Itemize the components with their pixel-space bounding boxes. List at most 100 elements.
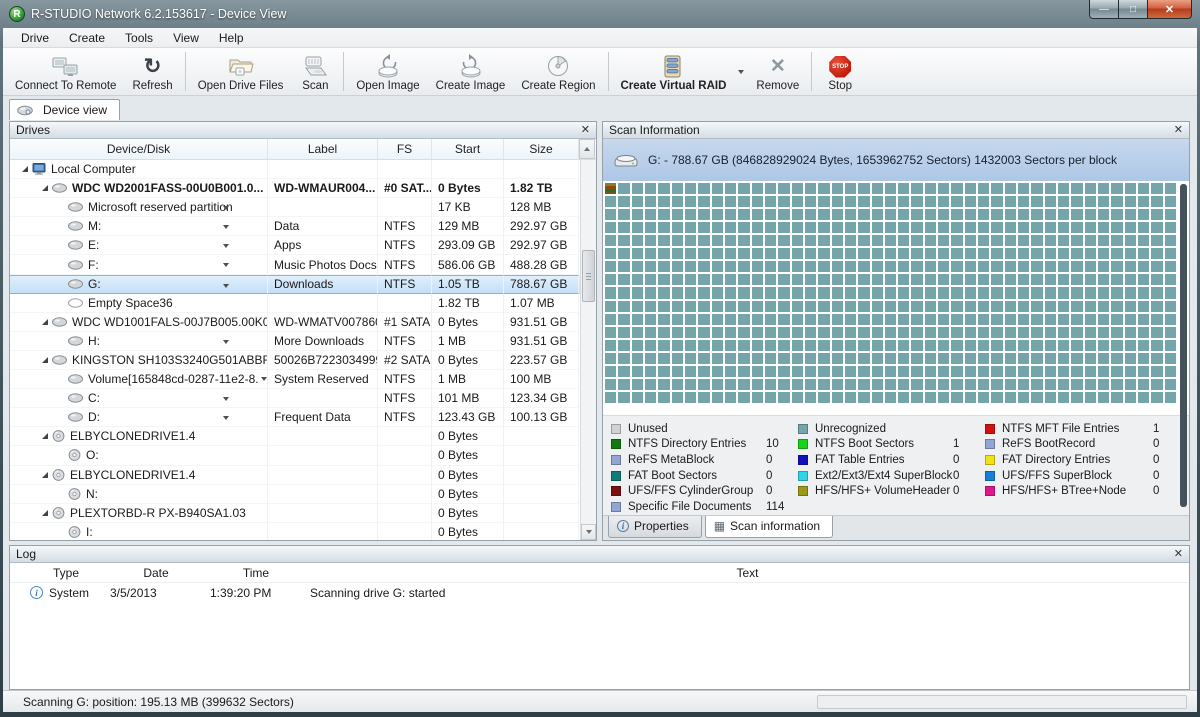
create-virtual-raid-button[interactable]: Create Virtual RAID <box>613 48 735 95</box>
close-icon[interactable]: ✕ <box>581 125 590 136</box>
drive-row[interactable]: N:0 Bytes <box>10 485 580 504</box>
scroll-down-button[interactable] <box>581 524 596 540</box>
unrecognized-block <box>872 261 883 272</box>
drive-row[interactable]: Volume[165848cd-0287-11e2-8.System Reser… <box>10 370 580 389</box>
unrecognized-block <box>832 379 843 390</box>
unrecognized-block <box>1031 261 1042 272</box>
menu-help[interactable]: Help <box>209 29 254 47</box>
start-cell: 0 Bytes <box>432 504 504 523</box>
drive-row[interactable]: Local Computer <box>10 160 580 179</box>
chevron-down-icon[interactable] <box>223 284 229 288</box>
unrecognized-block <box>605 287 616 298</box>
drive-row[interactable]: ELBYCLONEDRIVE1.40 Bytes <box>10 427 580 446</box>
tree-expander-icon[interactable] <box>42 319 48 325</box>
log-column-header-time[interactable]: Time <box>206 563 306 582</box>
drives-vertical-scrollbar[interactable] <box>580 160 596 540</box>
unrecognized-block <box>1085 327 1096 338</box>
unrecognized-block <box>845 301 856 312</box>
drive-row[interactable]: WDC WD1001FALS-00J7B005.00K05WD-WMATV007… <box>10 313 580 332</box>
tab-scan-information[interactable]: ▦Scan information <box>705 516 833 538</box>
menu-create[interactable]: Create <box>59 29 115 47</box>
maximize-button[interactable]: □ <box>1119 0 1148 19</box>
connect-to-remote-button[interactable]: Connect To Remote <box>7 48 124 95</box>
drive-row[interactable]: Empty Space361.82 TB1.07 MB <box>10 294 580 313</box>
refresh-button[interactable]: ↻Refresh <box>124 48 180 95</box>
remove-button[interactable]: ✕Remove <box>748 48 807 95</box>
chevron-down-icon[interactable] <box>223 263 229 267</box>
stop-button[interactable]: STOPStop <box>816 48 864 95</box>
unrecognized-block <box>858 327 869 338</box>
tab-device-view[interactable]: Device view <box>9 99 120 120</box>
unrecognized-block <box>818 248 829 259</box>
tree-expander-icon[interactable] <box>42 433 48 439</box>
column-header-fs[interactable]: FS <box>378 139 432 159</box>
close-button[interactable]: ✕ <box>1148 0 1192 19</box>
drive-row[interactable]: G:DownloadsNTFS1.05 TB788.67 GB <box>10 275 580 294</box>
unrecognized-block <box>925 366 936 377</box>
drive-row[interactable]: M:DataNTFS129 MB292.97 GB <box>10 217 580 236</box>
drive-row[interactable]: ELBYCLONEDRIVE1.40 Bytes <box>10 466 580 485</box>
scan-vertical-scrollbar[interactable] <box>1180 184 1187 507</box>
column-header-size[interactable]: Size <box>504 139 579 159</box>
column-header-label[interactable]: Label <box>268 139 378 159</box>
unrecognized-block <box>1138 314 1149 325</box>
column-header-device-disk[interactable]: Device/Disk <box>10 139 268 159</box>
minimize-button[interactable]: — <box>1089 0 1119 19</box>
unrecognized-block <box>1165 183 1176 194</box>
tree-expander-icon[interactable] <box>42 185 48 191</box>
close-icon[interactable]: ✕ <box>1174 549 1183 560</box>
scroll-up-button[interactable] <box>579 139 595 159</box>
open-image-button[interactable]: Open Image <box>348 48 427 95</box>
chevron-down-icon[interactable] <box>223 340 229 344</box>
start-cell: 0 Bytes <box>432 351 504 370</box>
chevron-down-icon[interactable] <box>223 397 229 401</box>
create-region-button[interactable]: Create Region <box>513 48 603 95</box>
menu-tools[interactable]: Tools <box>115 29 163 47</box>
drive-row[interactable]: KINGSTON SH103S3240G501ABBF050026B722303… <box>10 351 580 370</box>
scrollbar-thumb[interactable] <box>582 250 595 302</box>
unrecognized-block <box>845 222 856 233</box>
create-image-button[interactable]: Create Image <box>428 48 514 95</box>
drive-row[interactable]: PLEXTORBD-R PX-B940SA1.030 Bytes <box>10 504 580 523</box>
drive-row[interactable]: Microsoft reserved partition17 KB128 MB <box>10 198 580 217</box>
menu-drive[interactable]: Drive <box>11 29 59 47</box>
log-entry-row[interactable]: iSystem3/5/20131:39:20 PMScanning drive … <box>10 583 1189 602</box>
unrecognized-block <box>991 314 1002 325</box>
drive-row[interactable]: H:More DownloadsNTFS1 MB931.51 GB <box>10 332 580 351</box>
unrecognized-block <box>752 183 763 194</box>
tree-expander-icon[interactable] <box>42 357 48 363</box>
drive-row[interactable]: WDC WD2001FASS-00U0B001.0...WD-WMAUR004.… <box>10 179 580 198</box>
scan-button[interactable]: Scan <box>291 48 339 95</box>
dropdown-arrow-button[interactable] <box>734 48 748 95</box>
legend-entry: FAT Directory Entries0 <box>985 452 1185 468</box>
drive-row[interactable]: D:Frequent DataNTFS123.43 GB100.13 GB <box>10 408 580 427</box>
unrecognized-block <box>1005 366 1016 377</box>
drive-row[interactable]: O:0 Bytes <box>10 446 580 465</box>
chevron-down-icon[interactable] <box>261 377 267 381</box>
unrecognized-block <box>725 196 736 207</box>
open-drive-files-button[interactable]: Open Drive Files <box>190 48 292 95</box>
column-header-start[interactable]: Start <box>432 139 504 159</box>
drive-row[interactable]: E:AppsNTFS293.09 GB292.97 GB <box>10 236 580 255</box>
unrecognized-block <box>698 301 709 312</box>
drive-row[interactable]: F:Music Photos DocsNTFS586.06 GB488.28 G… <box>10 255 580 274</box>
chevron-down-icon[interactable] <box>223 225 229 229</box>
log-column-header-date[interactable]: Date <box>106 563 206 582</box>
chevron-down-icon[interactable] <box>223 244 229 248</box>
unrecognized-block <box>778 196 789 207</box>
drive-row[interactable]: I:0 Bytes <box>10 523 580 540</box>
chevron-down-icon[interactable] <box>223 206 229 210</box>
menu-view[interactable]: View <box>163 29 209 47</box>
unrecognized-block <box>1045 209 1056 220</box>
tree-expander-icon[interactable] <box>42 510 48 516</box>
chevron-down-icon[interactable] <box>223 416 229 420</box>
tab-properties[interactable]: iProperties <box>608 516 702 538</box>
tree-expander-icon[interactable] <box>42 472 48 478</box>
close-icon[interactable]: ✕ <box>1174 125 1183 136</box>
log-column-header-text[interactable]: Text <box>306 563 1189 582</box>
tree-expander-icon[interactable] <box>22 166 28 172</box>
unrecognized-block <box>965 353 976 364</box>
log-column-header-type[interactable]: Type <box>26 563 106 582</box>
unrecognized-block <box>991 353 1002 364</box>
drive-row[interactable]: C:NTFS101 MB123.34 GB <box>10 389 580 408</box>
